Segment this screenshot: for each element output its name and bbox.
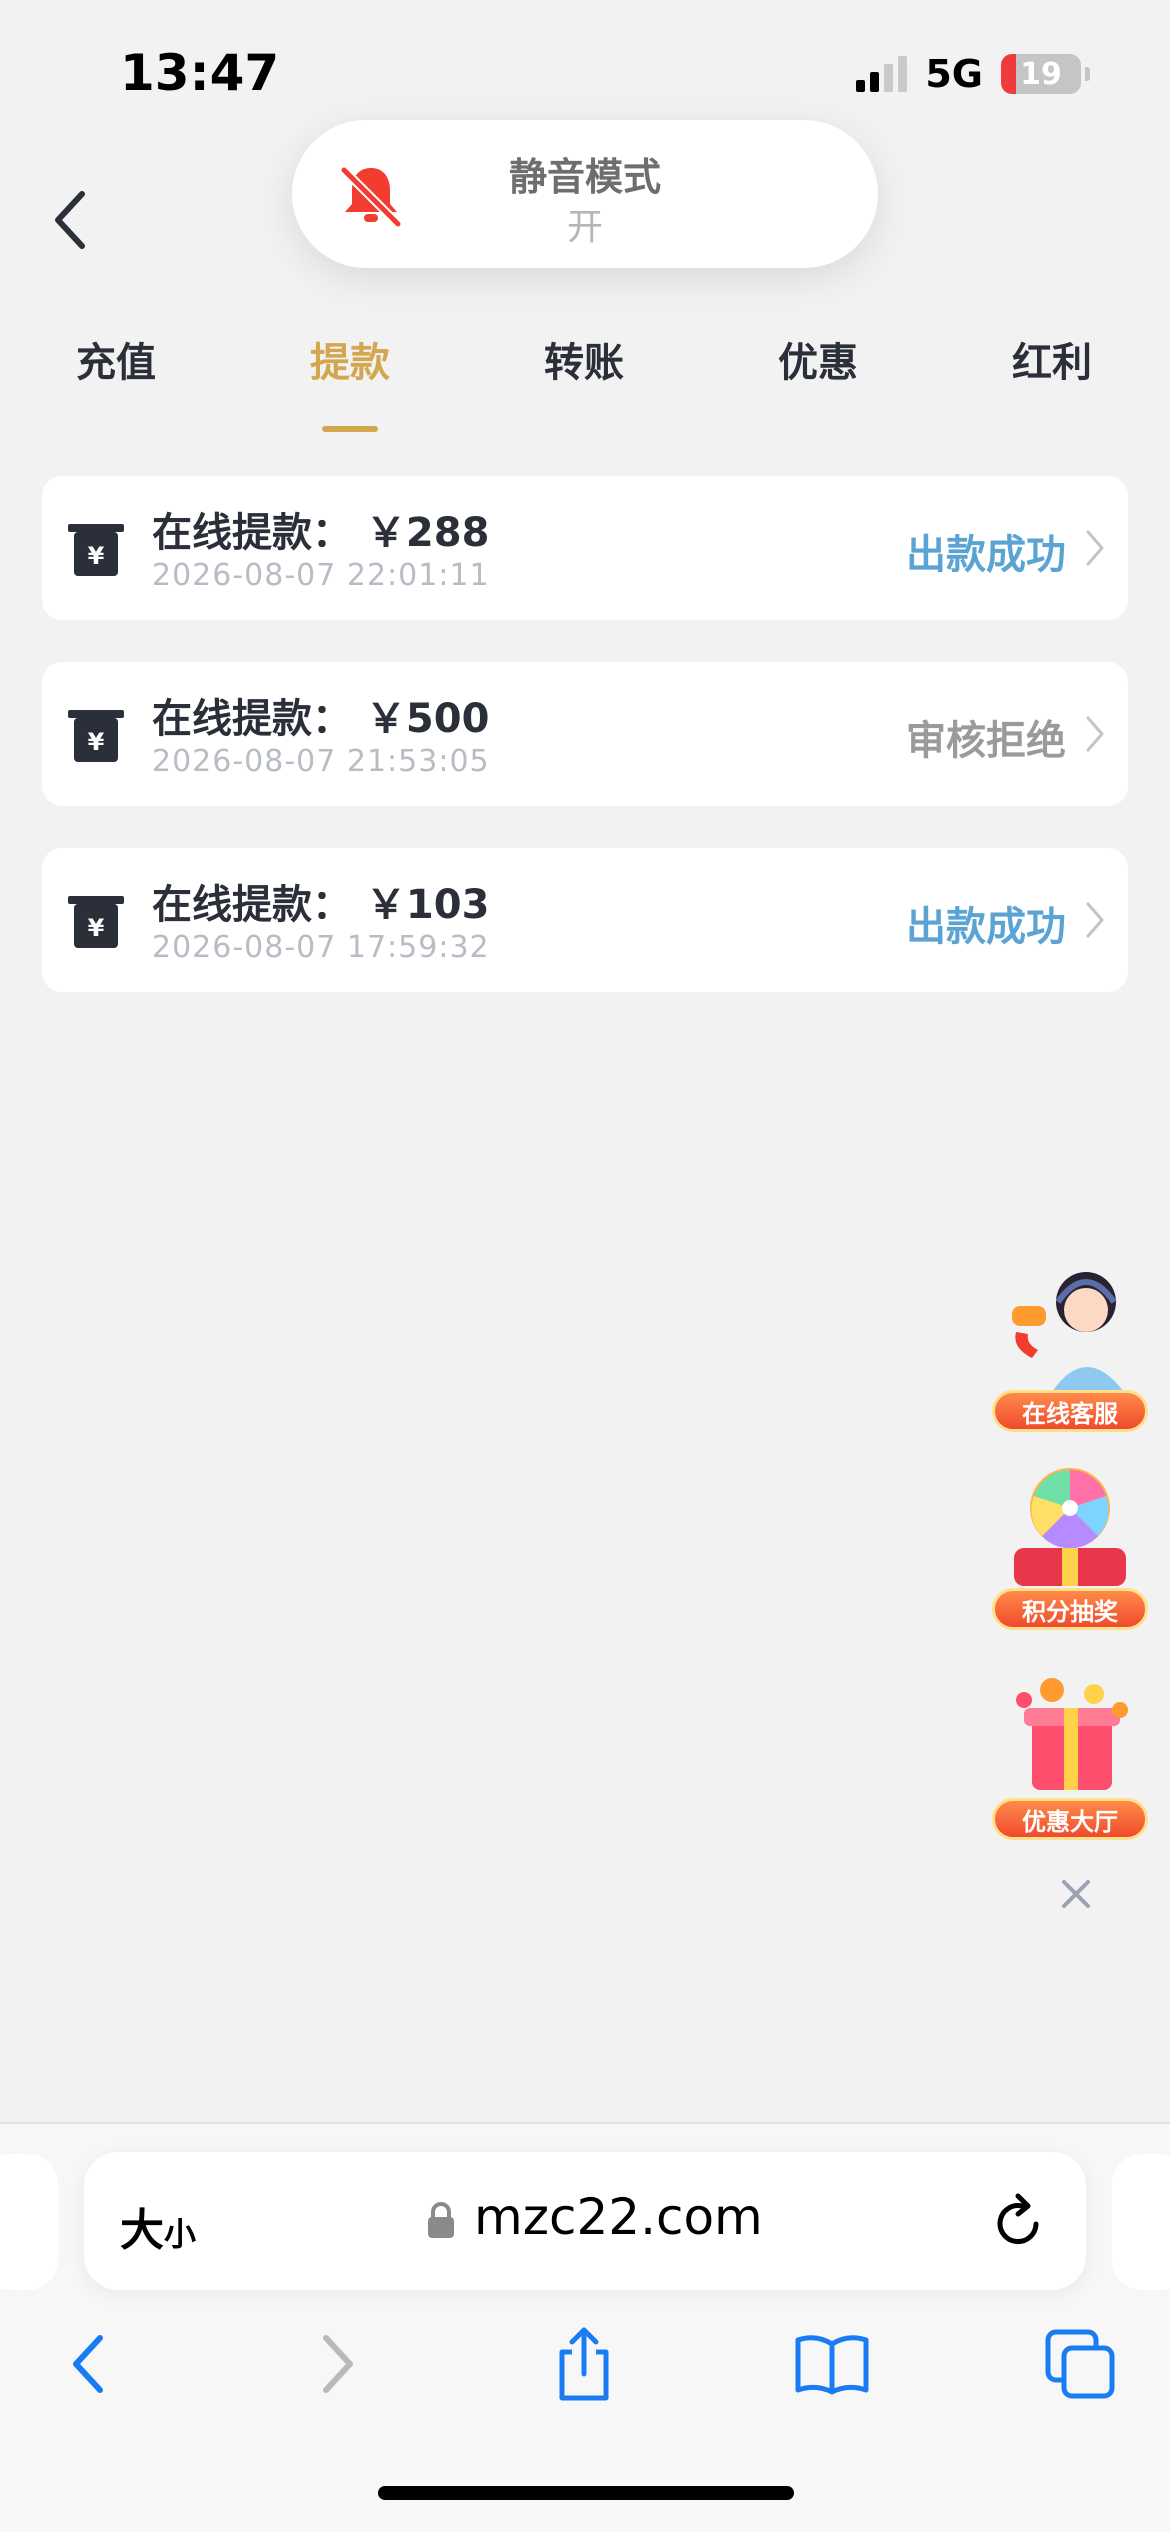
record-title: 在线提款： ￥500 — [152, 686, 489, 744]
tabs-icon — [1045, 2329, 1115, 2399]
atm-yuan-icon: ¥ — [68, 710, 124, 762]
record-time: 2026-08-07 21:53:05 — [152, 744, 490, 779]
status-indicators: 5G 19 — [856, 52, 1090, 96]
status-time: 13:47 — [120, 44, 280, 102]
record-type: 在线提款： — [152, 882, 352, 928]
text-size-large: 大 — [120, 2205, 164, 2256]
close-icon[interactable] — [1056, 1874, 1096, 1914]
svg-text:¥: ¥ — [88, 914, 105, 942]
url-text: mzc22.com — [474, 2188, 763, 2246]
page: 13:47 5G 19 静音模式 开 充值 提款 转账 优惠 红利 ¥ 在线提款… — [0, 0, 1170, 2532]
record-time: 2026-08-07 22:01:11 — [152, 558, 490, 593]
browser-back-button[interactable] — [48, 2324, 128, 2404]
customer-service-button[interactable]: 在线客服 — [992, 1262, 1148, 1432]
prize-wheel-icon — [1014, 1468, 1126, 1586]
tab-bonus[interactable]: 红利 — [952, 330, 1152, 388]
chevron-left-icon — [73, 2335, 103, 2393]
lock-icon — [428, 2202, 454, 2238]
home-indicator — [378, 2486, 794, 2500]
record-amount: ￥288 — [365, 510, 490, 556]
svg-text:¥: ¥ — [88, 728, 105, 756]
book-icon — [795, 2335, 869, 2395]
record-status: 出款成功 — [906, 532, 1066, 578]
share-button[interactable] — [544, 2324, 624, 2404]
tab-transfer[interactable]: 转账 — [484, 330, 684, 388]
customer-service-agent-icon — [1012, 1272, 1124, 1392]
chevron-left-icon — [55, 191, 85, 249]
next-tab-card[interactable] — [1112, 2154, 1170, 2290]
silent-mode-title: 静音模式 — [508, 155, 661, 199]
promotion-hall-button[interactable]: 优惠大厅 — [992, 1670, 1148, 1840]
chevron-right-icon — [1086, 716, 1104, 752]
browser-bottom-bar: 大小 mzc22.com — [0, 2122, 1170, 2532]
points-lottery-button[interactable]: 积分抽奖 — [992, 1460, 1148, 1630]
battery-cap — [1085, 67, 1090, 81]
chevron-right-icon — [1086, 530, 1104, 566]
record-type: 在线提款： — [152, 696, 352, 742]
record-time: 2026-08-07 17:59:32 — [152, 930, 490, 965]
tab-withdraw[interactable]: 提款 — [250, 330, 450, 388]
floating-label: 在线客服 — [992, 1390, 1148, 1432]
record-amount: ￥103 — [365, 882, 490, 928]
back-button[interactable] — [40, 180, 100, 260]
floating-label: 积分抽奖 — [992, 1588, 1148, 1630]
cellular-signal-icon — [856, 56, 908, 92]
record-status: 出款成功 — [906, 904, 1066, 950]
record-title: 在线提款： ￥103 — [152, 872, 489, 930]
network-type: 5G — [925, 52, 983, 96]
record-amount: ￥500 — [365, 696, 490, 742]
previous-tab-card[interactable] — [0, 2154, 58, 2290]
text-size-button[interactable]: 大小 — [120, 2194, 196, 2258]
chevron-right-icon — [323, 2335, 353, 2393]
gift-box-icon — [1016, 1678, 1128, 1790]
withdraw-record[interactable]: ¥ 在线提款： ￥288 2026-08-07 22:01:11 出款成功 — [42, 476, 1128, 620]
silent-mode-state: 开 — [566, 207, 603, 248]
record-type: 在线提款： — [152, 510, 352, 556]
tab-recharge[interactable]: 充值 — [16, 330, 216, 388]
share-icon — [559, 2327, 609, 2401]
text-size-small: 小 — [164, 2215, 197, 2253]
silent-mode-banner: 静音模式 开 — [292, 120, 878, 268]
atm-yuan-icon: ¥ — [68, 896, 124, 948]
battery-icon: 19 — [1001, 54, 1081, 94]
withdraw-record[interactable]: ¥ 在线提款： ￥500 2026-08-07 21:53:05 审核拒绝 — [42, 662, 1128, 806]
floating-label: 优惠大厅 — [992, 1798, 1148, 1840]
record-status: 审核拒绝 — [906, 718, 1066, 764]
svg-text:¥: ¥ — [88, 542, 105, 570]
active-tab-underline — [322, 426, 378, 432]
withdraw-record[interactable]: ¥ 在线提款： ￥103 2026-08-07 17:59:32 出款成功 — [42, 848, 1128, 992]
record-tabs: 充值 提款 转账 优惠 红利 — [0, 330, 1170, 440]
tabs-button[interactable] — [1040, 2324, 1120, 2404]
address-bar[interactable]: 大小 mzc22.com — [84, 2152, 1086, 2290]
reload-icon[interactable] — [992, 2192, 1048, 2252]
record-title: 在线提款： ￥288 — [152, 500, 489, 558]
browser-forward-button[interactable] — [298, 2324, 378, 2404]
tab-promotions[interactable]: 优惠 — [718, 330, 918, 388]
bookmarks-button[interactable] — [792, 2324, 872, 2404]
chevron-right-icon — [1086, 902, 1104, 938]
battery-level: 19 — [1020, 56, 1062, 92]
atm-yuan-icon: ¥ — [68, 524, 124, 576]
